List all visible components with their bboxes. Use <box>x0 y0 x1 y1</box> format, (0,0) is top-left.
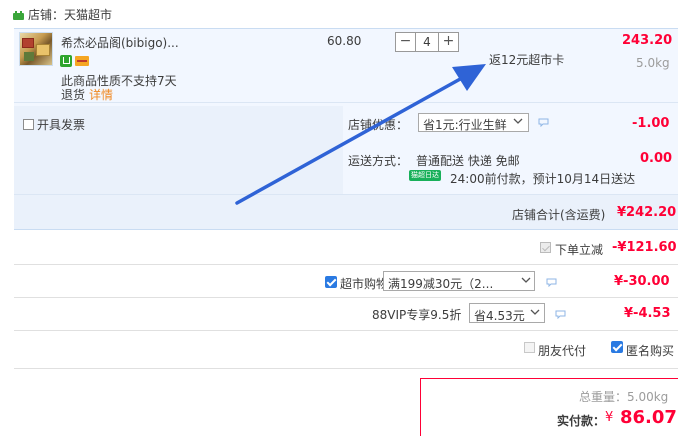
chevron-down-icon[interactable] <box>513 116 523 126</box>
invoice-checkbox[interactable] <box>23 119 34 130</box>
shipping-amount: 0.00 <box>640 151 673 166</box>
shop-discount-label: 店铺优惠： <box>348 118 409 132</box>
currency-symbol: ¥ <box>605 410 614 425</box>
thumbnail-detail <box>36 44 50 56</box>
card-badge-icon <box>75 56 89 66</box>
quantity-decrease-button[interactable]: − <box>396 33 416 51</box>
divider <box>14 368 678 369</box>
return-policy-text: 退货 <box>61 88 86 102</box>
shop-discount-selected[interactable]: 省1元:行业生鲜 <box>423 116 507 133</box>
quantity-input[interactable]: 4 <box>416 33 438 51</box>
divider <box>14 297 678 298</box>
chat-icon[interactable] <box>546 278 557 287</box>
coupon-amount: ¥-30.00 <box>614 274 670 289</box>
return-policy-details-link[interactable]: 详情 <box>89 88 113 102</box>
vip-discount-label: 88VIP专享9.5折 <box>372 308 462 322</box>
coupon-selected[interactable]: 满199减30元（2... <box>388 275 493 292</box>
chevron-down-icon[interactable] <box>521 275 531 285</box>
item-weight: 5.0kg <box>636 56 670 70</box>
actual-payment-amount: 86.07 <box>620 407 677 428</box>
shop-icon <box>13 11 24 20</box>
shop-name[interactable]: 店铺：天猫超市 <box>28 6 112 23</box>
friend-pay-label[interactable]: 朋友代付 <box>538 342 586 359</box>
divider <box>14 330 678 331</box>
shop-total-label: 店铺合计(含运费) <box>512 208 606 222</box>
thumbnail-detail <box>22 38 34 48</box>
actual-payment-label: 实付款： <box>557 414 606 428</box>
vip-discount-amount: ¥-4.53 <box>624 306 671 321</box>
friend-pay-checkbox[interactable] <box>524 342 535 353</box>
instant-discount-checkbox <box>540 242 551 253</box>
guarantee-badge-icon <box>60 55 72 67</box>
item-subtotal: 243.20 <box>622 33 673 48</box>
vip-discount-selected[interactable]: 省4.53元 <box>474 307 525 324</box>
instant-discount-amount: -¥121.60 <box>612 240 677 255</box>
cashback-note: 返12元超市卡 <box>489 53 565 67</box>
shop-total-amount: ¥242.20 <box>617 205 677 220</box>
anonymous-purchase-label[interactable]: 匿名购买 <box>626 342 674 359</box>
chevron-down-icon[interactable] <box>530 307 540 317</box>
product-title-link[interactable]: 希杰必品阁(bibigo)... <box>61 34 179 51</box>
invoice-label[interactable]: 开具发票 <box>37 116 85 133</box>
instant-discount-label: 下单立减 <box>555 243 604 257</box>
thumbnail-detail <box>24 52 34 61</box>
coupon-checkbox[interactable] <box>325 276 337 288</box>
anonymous-purchase-checkbox[interactable] <box>611 341 623 353</box>
divider <box>14 264 678 265</box>
quantity-increase-button[interactable]: + <box>438 33 458 51</box>
return-policy-note: 退货 详情 <box>61 86 113 103</box>
shipping-label: 运送方式： <box>348 154 409 168</box>
unit-price: 60.80 <box>327 34 362 48</box>
quantity-stepper: − 4 + <box>395 32 459 52</box>
delivery-estimate: 24:00前付款，预计10月14日送达 <box>450 172 636 186</box>
chat-icon[interactable] <box>555 310 566 319</box>
chat-icon[interactable] <box>538 118 549 127</box>
shipping-method: 普通配送 快递 免邮 <box>416 154 520 168</box>
total-weight: 总重量：5.00kg <box>579 390 669 404</box>
shop-discount-amount: -1.00 <box>632 116 670 131</box>
same-day-delivery-badge: 猫超日达 <box>409 170 441 181</box>
